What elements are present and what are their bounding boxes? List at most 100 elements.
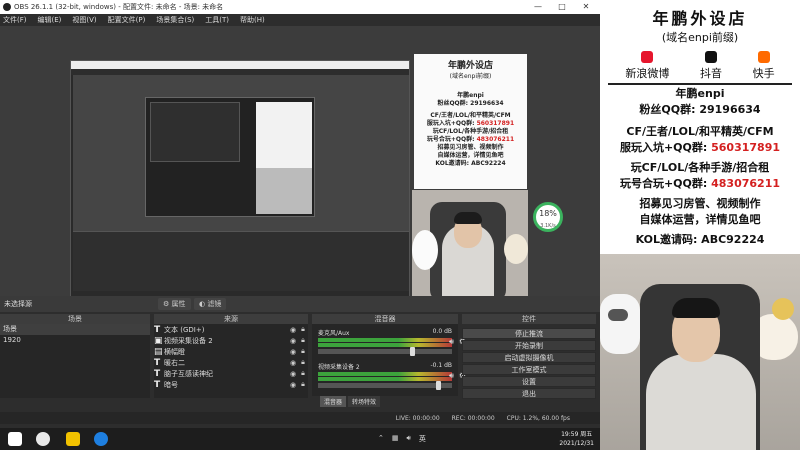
clock[interactable]: 19:59 周五 2021/12/31 [559,430,594,448]
volume-meter [318,338,452,342]
start-recording-button[interactable]: 开始录制 [462,340,596,351]
nested-obs-capture [70,60,410,318]
volume-meter [318,372,452,376]
minimize-icon[interactable]: — [526,0,550,14]
menu-tools[interactable]: 工具(T) [205,15,229,25]
weibo-icon [641,51,654,63]
preview-ad-line3: 玩CF/LOL/各种手游/招合租 [432,128,509,135]
cpu-widget: 18% 3.1K/s [533,202,563,232]
speaker-icon[interactable]: 🔊︎ [449,337,454,347]
preview-ad-qq: 粉丝QQ群: 29196634 [437,100,504,107]
exit-button[interactable]: 退出 [462,388,596,399]
windows-start-icon[interactable] [8,432,22,446]
source-item[interactable]: ▣ 视频采集设备 2 ◉ 🔒︎ [154,335,308,346]
preview-canvas[interactable]: 年鹏外设店 (域名enpi前缀) 年鹏enpi 粉丝QQ群: 29196634 … [0,26,600,318]
cpu-fps-readout: CPU: 1.2%, 60.00 fps [506,414,570,422]
net-speed: 3.1K/s [540,223,556,229]
eye-icon[interactable]: ◉ [288,337,298,345]
menu-view[interactable]: 视图(V) [72,15,96,25]
lock-icon[interactable]: 🔒︎ [298,380,308,389]
tray-chevron-icon[interactable]: ⌃ [378,434,384,444]
preview-ad-line5: 招募见习房管、视频制作 [437,144,504,151]
text-source-icon: T [154,368,161,379]
speaker-icon[interactable]: 🔊︎ [449,371,454,381]
menu-bar: 文件(F) 编辑(E) 视图(V) 配置文件(P) 场景集合(S) 工具(T) … [0,14,600,26]
source-item[interactable]: T 暗号 ◉ 🔒︎ [154,379,308,390]
ad-subtitle: (域名enpi前缀) [661,31,739,44]
mixer-tabs: 混音器 转场特效 [320,396,381,407]
lock-icon[interactable]: 🔒︎ [298,347,308,356]
eye-icon[interactable]: ◉ [288,326,298,334]
source-item[interactable]: T 脑子互感读神纪 ◉ 🔒︎ [154,368,308,379]
channel-name: 视频采集设备 2 [318,364,360,371]
ime-indicator[interactable]: 英 [419,434,426,444]
maximize-icon[interactable]: □ [550,0,574,14]
rec-timer: REC: 00:00:00 [451,414,495,422]
settings-button[interactable]: 设置 [462,376,596,387]
preview-ad-brand: 年鹏enpi [457,92,484,99]
ad-line6: 自媒体运营，详情见鱼吧 [639,213,761,226]
no-source-selected-label: 未选择源 [4,300,32,308]
camera-source-icon: ▣ [154,335,163,346]
source-item[interactable]: T 文本 (GDI+) ◉ 🔒︎ [154,324,308,335]
studio-mode-button[interactable]: 工作室模式 [462,364,596,375]
source-name: 文本 (GDI+) [164,325,205,334]
social-links: 新浪微博 抖音 快手 [600,51,800,81]
weibo-label: 新浪微博 [625,67,670,80]
text-source-icon: T [154,357,161,368]
scene-item[interactable]: 1920 [0,335,150,346]
source-item[interactable]: T 暖右二 ◉ 🔒︎ [154,357,308,368]
sources-list: T 文本 (GDI+) ◉ 🔒︎ ▣ 视频采集设备 2 ◉ 🔒︎ ▤ 横幅瞪 ◉ 🔒︎ T 暖右二 ◉… [154,324,308,398]
ad-line5: 招募见习房管、视频制作 [639,197,761,210]
screen: OBS 26.1.1 (32-bit, windows) - 配置文件: 未命名… [0,0,800,450]
clock-date: 2021/12/31 [559,440,594,447]
volume-icon[interactable]: 🔊︎ [407,434,411,444]
scene-item[interactable]: 场景 [0,324,150,335]
lock-icon[interactable]: 🔒︎ [298,336,308,345]
source-toolbar: 未选择源 ⚙ 属性 ◐ 滤镜 [0,296,600,312]
lock-icon[interactable]: 🔒︎ [298,358,308,367]
eye-icon[interactable]: ◉ [288,370,298,378]
ad-line3: 玩CF/LOL/各种手游/招合租 [630,161,770,174]
network-icon[interactable]: ▦ [392,434,399,444]
source-name: 暖右二 [164,358,185,367]
scenes-dock-title: 场景 [0,314,150,324]
eye-icon[interactable]: ◉ [288,359,298,367]
preview-ad-line4b: 483076211 [476,136,515,143]
system-tray: ⌃ ▦ 🔊︎ 英 [378,434,426,444]
lock-icon[interactable]: 🔒︎ [298,325,308,334]
obs-window: OBS 26.1.1 (32-bit, windows) - 配置文件: 未命名… [0,0,600,428]
start-virtual-camera-button[interactable]: 启动虚拟摄像机 [462,352,596,363]
obs-taskbar-icon[interactable] [36,432,50,446]
browser-taskbar-icon[interactable] [94,432,108,446]
menu-profile[interactable]: 配置文件(P) [108,15,146,25]
mixer-channel: 视频采集设备 2-0.1 dB 🔊︎ ⚙ [318,362,466,390]
volume-slider[interactable] [318,347,452,356]
eye-icon[interactable]: ◉ [288,381,298,389]
streamer [646,354,756,450]
eye-icon[interactable]: ◉ [288,348,298,356]
volume-slider[interactable] [318,381,452,390]
menu-help[interactable]: 帮助(H) [240,15,265,25]
menu-scene-collection[interactable]: 场景集合(S) [156,15,194,25]
preview-ad-line2b: 560317891 [476,120,515,127]
tab-transitions[interactable]: 转场特效 [348,396,381,407]
stop-streaming-button[interactable]: 停止推流 [462,328,596,339]
slider-knob[interactable] [410,347,415,356]
menu-edit[interactable]: 编辑(E) [38,15,62,25]
ad-line4-label: 玩号合玩+QQ群: [619,177,712,190]
properties-button[interactable]: ⚙ 属性 [158,298,191,310]
preview-ad-line2a: 服玩入坑+QQ群: [426,120,477,127]
close-icon[interactable]: ✕ [574,0,598,14]
tab-mixer[interactable]: 混音器 [320,396,347,407]
source-item[interactable]: ▤ 横幅瞪 ◉ 🔒︎ [154,346,308,357]
lock-icon[interactable]: 🔒︎ [298,369,308,378]
filters-button[interactable]: ◐ 滤镜 [194,298,227,310]
channel-name: 麦克风/Aux [318,330,350,337]
app-taskbar-icon[interactable] [66,432,80,446]
properties-label: 属性 [171,300,186,308]
menu-file[interactable]: 文件(F) [3,15,27,25]
douyin-label: 抖音 [699,67,722,80]
slider-knob[interactable] [436,381,441,390]
preview-ad-line4a: 玩号合玩+QQ群: [426,136,477,143]
